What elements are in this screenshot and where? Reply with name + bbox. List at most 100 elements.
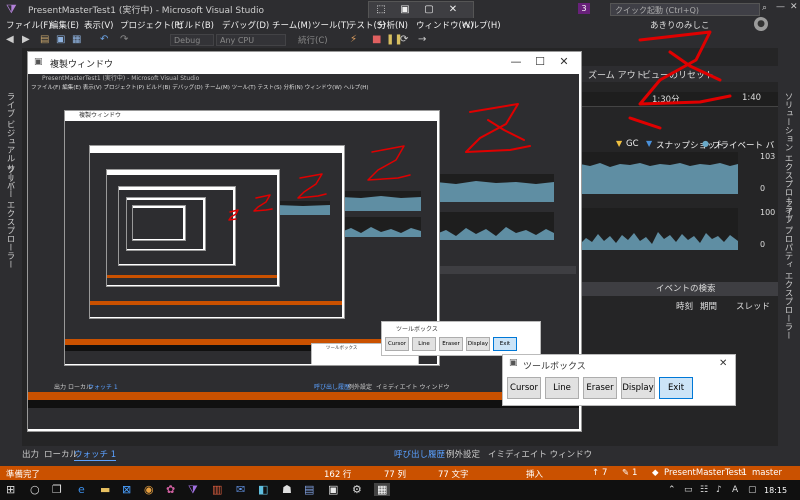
- display-button[interactable]: Display: [621, 377, 655, 399]
- mirrored-exit-button: Exit: [493, 337, 517, 351]
- app-icon[interactable]: ✿: [166, 483, 175, 496]
- cpu-chart[interactable]: [580, 208, 738, 250]
- menu-file[interactable]: ファイル(F): [6, 19, 52, 31]
- tab-call-stack[interactable]: 呼び出し履歴: [394, 448, 445, 460]
- menu-team[interactable]: チーム(M): [272, 19, 311, 31]
- duplicate-minimize-button[interactable]: —: [506, 55, 526, 68]
- visual-studio-taskbar-icon[interactable]: ⧩: [188, 483, 198, 497]
- redo-icon[interactable]: ↷: [120, 34, 128, 45]
- action-center-icon[interactable]: ▢: [748, 485, 757, 495]
- save-icon[interactable]: ▣: [56, 34, 65, 45]
- configuration-select[interactable]: Debug: [170, 34, 214, 46]
- capture-close-icon[interactable]: ✕: [441, 2, 465, 18]
- memory-chart[interactable]: [580, 152, 738, 194]
- quick-launch-input[interactable]: クイック起動 (Ctrl+Q): [610, 3, 760, 16]
- status-project[interactable]: PresentMasterTest1: [664, 468, 747, 478]
- tab-server-explorer[interactable]: サーバー エクスプローラー: [4, 164, 16, 269]
- capture-screen-icon[interactable]: ▢: [417, 2, 441, 18]
- mirrored-toolbox-medium: ツールボックス Cursor Line Eraser Display Exit: [381, 321, 541, 356]
- menu-project[interactable]: プロジェクト(P): [120, 19, 183, 31]
- pencil-icon[interactable]: ✎: [622, 468, 629, 478]
- forward-icon[interactable]: ▶: [22, 34, 30, 45]
- events-search-input[interactable]: イベントの検索: [580, 282, 778, 296]
- explorer-icon[interactable]: ▬: [100, 483, 110, 496]
- terminal-icon[interactable]: ▤: [304, 483, 314, 496]
- photos-icon[interactable]: ◧: [258, 483, 268, 496]
- repo-icon[interactable]: ◆: [652, 468, 659, 478]
- settings-icon[interactable]: ⚙: [352, 483, 362, 496]
- edge-icon[interactable]: e: [78, 483, 85, 496]
- ime-icon[interactable]: A: [732, 485, 738, 495]
- cursor-button[interactable]: Cursor: [507, 377, 541, 399]
- search-icon[interactable]: ⌕: [762, 3, 767, 13]
- mail-icon[interactable]: ✉: [236, 483, 245, 496]
- undo-icon[interactable]: ↶: [100, 34, 108, 45]
- tab-locals[interactable]: ローカル: [44, 448, 78, 460]
- save-all-icon[interactable]: ▦: [72, 34, 81, 45]
- tray-expand-icon[interactable]: ⌃: [668, 485, 676, 495]
- mirrored-display-button: Display: [466, 337, 490, 351]
- events-col-time[interactable]: 時刻: [676, 300, 693, 312]
- events-col-duration[interactable]: 期間: [700, 300, 717, 312]
- duplicate-maximize-button[interactable]: ☐: [530, 55, 550, 68]
- publish-up-icon[interactable]: ↑: [592, 468, 599, 478]
- duplicate-window-titlebar[interactable]: ▣ 複製ウィンドウ — ☐ ✕: [28, 52, 581, 74]
- status-up-count[interactable]: 7: [602, 468, 607, 478]
- network-app-icon[interactable]: ☗: [282, 483, 292, 496]
- close-button[interactable]: ✕: [790, 2, 798, 12]
- toolbox-close-button[interactable]: ✕: [719, 358, 727, 369]
- menu-help[interactable]: ヘルプ(H): [462, 19, 501, 31]
- tab-output[interactable]: 出力: [22, 448, 39, 460]
- menu-edit[interactable]: 編集(E): [50, 19, 79, 31]
- platform-select[interactable]: Any CPU: [216, 34, 286, 46]
- search-icon[interactable]: ○: [30, 483, 40, 496]
- open-folder-icon[interactable]: ▤: [40, 34, 49, 45]
- stop-icon[interactable]: ■: [372, 34, 381, 45]
- tray-app-icon[interactable]: ▣: [328, 483, 338, 496]
- chrome-icon[interactable]: ◉: [144, 483, 154, 496]
- tab-live-property-explorer[interactable]: ライブ プロパティ エクスプローラー: [782, 198, 794, 339]
- hot-reload-icon[interactable]: ⚡: [350, 34, 357, 45]
- menu-tools[interactable]: ツール(T): [312, 19, 349, 31]
- start-icon[interactable]: ⊞: [6, 483, 15, 496]
- network-icon[interactable]: ☷: [700, 485, 708, 495]
- notification-badge[interactable]: 3: [578, 3, 590, 14]
- duplicate-close-button[interactable]: ✕: [554, 55, 574, 68]
- tab-immediate-window[interactable]: イミディエイト ウィンドウ: [488, 448, 592, 460]
- volume-icon[interactable]: ♪: [716, 485, 722, 495]
- back-icon[interactable]: ◀: [6, 34, 14, 45]
- avatar[interactable]: ●: [754, 17, 768, 31]
- battery-icon[interactable]: ▭: [684, 485, 693, 495]
- minimize-button[interactable]: —: [776, 2, 785, 12]
- store-icon[interactable]: ⊠: [122, 483, 131, 496]
- show-next-statement-icon[interactable]: →: [418, 34, 426, 45]
- status-branch[interactable]: master: [752, 468, 782, 478]
- office-icon[interactable]: ▥: [212, 483, 222, 496]
- continue-button[interactable]: 続行(C): [298, 34, 328, 46]
- tab-watch-1[interactable]: ウォッチ 1: [74, 448, 117, 461]
- zoom-out-button[interactable]: ズーム アウト: [588, 68, 645, 81]
- exit-button[interactable]: Exit: [659, 377, 693, 399]
- reset-view-button[interactable]: ビューのリセット: [642, 68, 714, 81]
- tab-exception-settings[interactable]: 例外設定: [446, 448, 480, 460]
- task-view-icon[interactable]: ❐: [52, 483, 62, 496]
- eraser-button[interactable]: Eraser: [583, 377, 617, 399]
- menu-analyze[interactable]: 分析(N): [378, 19, 408, 31]
- user-name[interactable]: あきりのみしこ: [650, 19, 710, 31]
- capture-region-icon[interactable]: ⬚: [369, 2, 393, 18]
- events-col-thread[interactable]: スレッド: [736, 300, 770, 312]
- branch-icon[interactable]: ⑂: [740, 468, 745, 478]
- menu-view[interactable]: 表示(V): [84, 19, 113, 31]
- present-app-icon[interactable]: ▦: [374, 483, 391, 496]
- menu-debug[interactable]: デバッグ(D): [222, 19, 269, 31]
- mirrored-chart-1-area: [436, 181, 554, 202]
- private-bytes-marker-icon: ●: [702, 139, 709, 148]
- timeline-ruler[interactable]: 1:30分 1:40: [580, 92, 778, 107]
- mirrored-toolbox-title: ツールボックス: [396, 326, 438, 333]
- capture-window-icon[interactable]: ▣: [393, 2, 417, 18]
- line-button[interactable]: Line: [545, 377, 579, 399]
- restart-icon[interactable]: ⟳: [400, 34, 408, 45]
- menu-build[interactable]: ビルド(B): [176, 19, 214, 31]
- status-pen-count[interactable]: 1: [632, 468, 637, 478]
- taskbar-clock[interactable]: 18:15: [764, 486, 787, 495]
